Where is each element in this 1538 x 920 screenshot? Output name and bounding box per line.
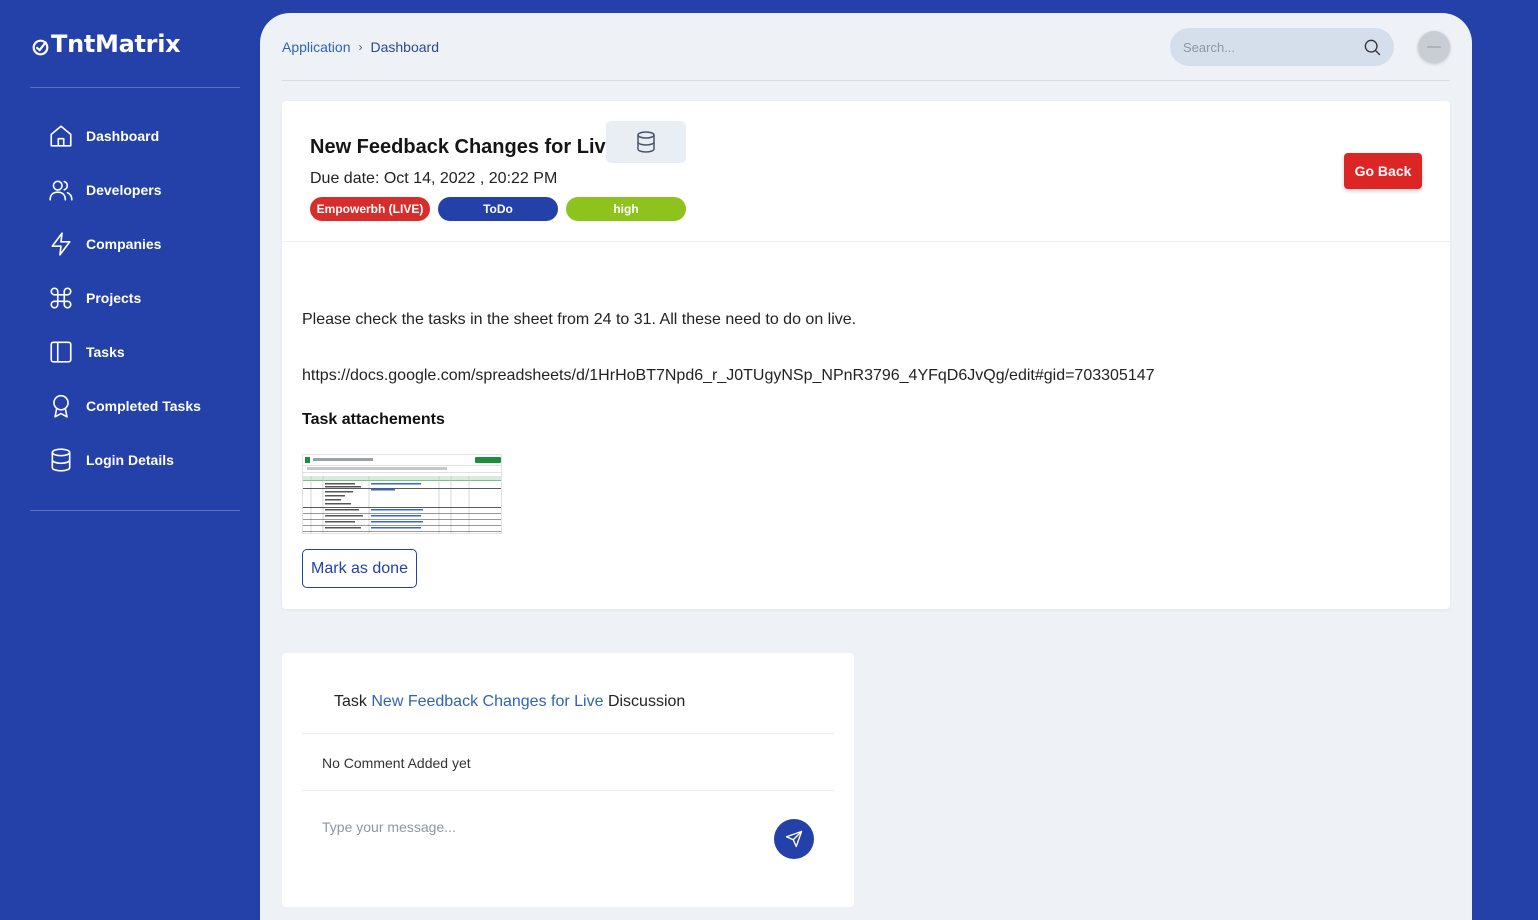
project-badge: Empowerbh (LIVE) xyxy=(310,197,430,221)
lightning-icon xyxy=(51,232,71,256)
app-logo[interactable]: TntMatrix xyxy=(32,30,181,58)
sidebar-item-label: Developers xyxy=(86,182,162,198)
sidebar-item-projects[interactable]: Projects xyxy=(48,271,201,325)
task-badges: Empowerbh (LIVE) ToDo high xyxy=(310,197,686,221)
priority-badge: high xyxy=(566,197,686,221)
sidebar-item-label: Tasks xyxy=(86,344,125,360)
discussion-divider xyxy=(302,790,834,791)
discussion-title-suffix: Discussion xyxy=(607,693,686,710)
home-icon xyxy=(50,125,72,147)
database-icon xyxy=(51,448,71,472)
task-database-button[interactable] xyxy=(606,121,686,163)
sidebar: TntMatrix Dashboard Developers Companies xyxy=(0,0,260,920)
logo-check-icon xyxy=(32,39,49,55)
attachments-heading: Task attachements xyxy=(302,411,445,428)
sidebar-item-login-details[interactable]: Login Details xyxy=(48,433,201,487)
sidebar-item-label: Projects xyxy=(86,290,142,306)
command-icon xyxy=(50,287,72,309)
message-input[interactable] xyxy=(322,819,742,835)
discussion-card: Task New Feedback Changes for Live Discu… xyxy=(282,653,854,907)
sidebar-item-companies[interactable]: Companies xyxy=(48,217,201,271)
attachment-thumbnail[interactable] xyxy=(302,454,502,534)
discussion-title: Task New Feedback Changes for Live Discu… xyxy=(334,693,685,711)
sidebar-item-developers[interactable]: Developers xyxy=(48,163,201,217)
breadcrumb-dashboard[interactable]: Dashboard xyxy=(371,39,440,55)
task-header: New Feedback Changes for Live Due date: … xyxy=(282,101,1450,242)
database-icon xyxy=(637,131,655,153)
sidebar-item-tasks[interactable]: Tasks xyxy=(48,325,201,379)
empty-comments-text: No Comment Added yet xyxy=(322,755,471,771)
status-badge: ToDo xyxy=(438,197,558,221)
due-date: Due date: Oct 14, 2022 , 20:22 PM xyxy=(310,170,558,187)
sidebar-divider-bottom xyxy=(30,510,240,511)
search-box xyxy=(1170,28,1394,66)
search-icon[interactable] xyxy=(1362,37,1382,57)
breadcrumb: Application › Dashboard xyxy=(282,39,439,55)
top-bar: Application › Dashboard xyxy=(282,13,1450,81)
sidebar-item-label: Dashboard xyxy=(86,128,160,144)
award-icon xyxy=(53,394,69,418)
discussion-title-prefix: Task xyxy=(334,693,367,710)
columns-icon xyxy=(50,341,72,363)
discussion-divider xyxy=(302,733,834,734)
sidebar-nav: Dashboard Developers Companies Projects xyxy=(48,109,201,487)
users-icon xyxy=(49,180,73,201)
search-input[interactable] xyxy=(1183,39,1353,55)
task-sheet-link[interactable]: https://docs.google.com/spreadsheets/d/1… xyxy=(302,367,1155,385)
send-icon xyxy=(785,830,803,848)
spreadsheet-preview-image xyxy=(303,455,501,533)
go-back-button[interactable]: Go Back xyxy=(1344,153,1422,189)
sidebar-divider-top xyxy=(30,87,240,88)
sidebar-item-label: Login Details xyxy=(86,452,174,468)
sidebar-item-label: Completed Tasks xyxy=(86,398,201,414)
discussion-task-name[interactable]: New Feedback Changes for Live xyxy=(371,693,603,710)
sidebar-item-dashboard[interactable]: Dashboard xyxy=(48,109,201,163)
mark-as-done-button[interactable]: Mark as done xyxy=(302,549,417,588)
task-description: Please check the tasks in the sheet from… xyxy=(302,311,857,328)
send-message-button[interactable] xyxy=(774,819,814,859)
breadcrumb-separator: › xyxy=(358,40,363,54)
sidebar-item-completed-tasks[interactable]: Completed Tasks xyxy=(48,379,201,433)
sidebar-item-label: Companies xyxy=(86,236,162,252)
app-name: TntMatrix xyxy=(51,30,181,58)
main-panel: Application › Dashboard New Feedback Cha… xyxy=(260,13,1472,920)
breadcrumb-application[interactable]: Application xyxy=(282,39,351,55)
avatar[interactable] xyxy=(1418,31,1450,63)
task-title: New Feedback Changes for Live xyxy=(310,136,617,158)
task-card: New Feedback Changes for Live Due date: … xyxy=(282,101,1450,609)
avatar-placeholder-mark xyxy=(1427,46,1441,48)
